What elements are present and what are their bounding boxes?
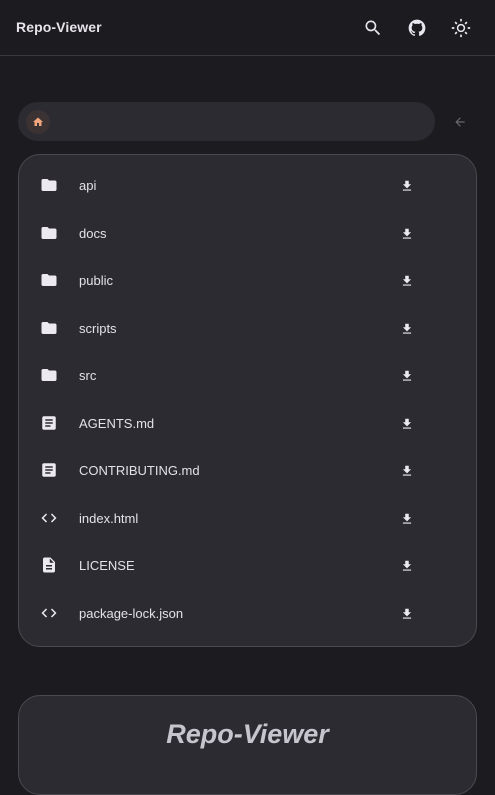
file-row[interactable]: api <box>19 161 476 209</box>
download-button[interactable] <box>396 223 418 245</box>
file-name: index.html <box>79 510 139 526</box>
file-name: api <box>79 178 97 193</box>
file-name: scripts <box>79 320 117 336</box>
file-name: LICENSE <box>79 558 135 573</box>
file-row[interactable]: package-lock.json <box>19 589 476 637</box>
readme-title: Repo-Viewer <box>166 719 329 749</box>
download-button[interactable] <box>396 318 418 340</box>
file-name: src <box>79 368 97 383</box>
download-icon <box>402 513 412 524</box>
arrow-back-icon <box>455 117 465 127</box>
github-icon <box>408 19 426 36</box>
app-bar: Repo-Viewer <box>0 0 495 56</box>
download-button[interactable] <box>396 555 418 577</box>
download-icon <box>402 370 412 381</box>
folder-icon <box>39 318 59 338</box>
file-row[interactable]: AGENTS.md <box>19 399 476 447</box>
code-icon <box>39 603 59 623</box>
github-button[interactable] <box>401 12 433 44</box>
file-row[interactable]: docs <box>19 209 476 257</box>
folder-icon <box>39 365 59 385</box>
file-name: public <box>79 273 113 288</box>
breadcrumb <box>18 102 435 141</box>
file-name: package-lock.json <box>79 605 184 621</box>
download-button[interactable] <box>396 365 418 387</box>
download-icon <box>402 608 412 619</box>
file-name: docs <box>79 225 107 241</box>
download-button[interactable] <box>396 413 418 435</box>
home-icon <box>33 117 43 126</box>
theme-toggle-button[interactable] <box>445 12 477 44</box>
folder-icon <box>39 270 59 290</box>
download-icon <box>402 560 412 571</box>
search-button[interactable] <box>357 12 389 44</box>
sun-icon <box>451 18 471 38</box>
file-icon <box>39 555 59 575</box>
document-icon <box>39 460 59 480</box>
back-button[interactable] <box>446 108 474 136</box>
download-icon <box>402 275 412 286</box>
search-icon <box>365 20 381 36</box>
folder-icon <box>39 223 59 243</box>
folder-icon <box>39 175 59 195</box>
file-row[interactable]: index.html <box>19 494 476 542</box>
download-button[interactable] <box>396 175 418 197</box>
document-icon <box>39 413 59 433</box>
download-button[interactable] <box>396 603 418 625</box>
download-icon <box>402 465 412 476</box>
file-row[interactable]: CONTRIBUTING.md <box>19 446 476 494</box>
code-icon <box>39 508 59 528</box>
file-row[interactable]: public <box>19 256 476 304</box>
download-icon <box>402 323 412 334</box>
app-title: Repo-Viewer <box>16 19 102 35</box>
download-icon <box>402 228 412 239</box>
download-icon <box>402 180 412 191</box>
file-row[interactable]: LICENSE <box>19 541 476 589</box>
readme-card: Repo-Viewer <box>18 695 477 795</box>
file-name: CONTRIBUTING.md <box>79 463 200 478</box>
download-icon <box>402 418 412 429</box>
file-list: api docs public scripts src AGENTS.md CONTRIBU… <box>18 154 477 647</box>
home-button[interactable] <box>26 110 50 134</box>
file-name: AGENTS.md <box>79 415 155 431</box>
download-button[interactable] <box>396 508 418 530</box>
download-button[interactable] <box>396 270 418 292</box>
file-row[interactable]: scripts <box>19 304 476 352</box>
download-button[interactable] <box>396 460 418 482</box>
file-row[interactable]: src <box>19 351 476 399</box>
